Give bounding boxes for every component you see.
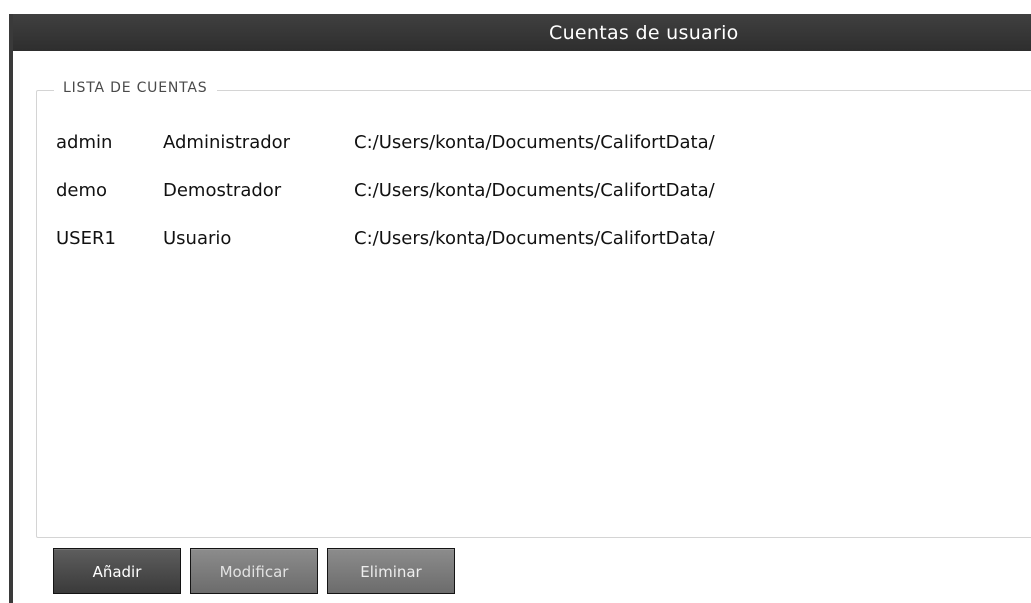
account-user: USER1 [56,228,116,249]
window-left-margin [0,0,9,603]
account-role: Demostrador [163,180,282,201]
account-row-demo[interactable]: demo Demostrador C:/Users/konta/Document… [37,166,1031,214]
modify-account-button[interactable]: Modificar [190,548,318,594]
accounts-list[interactable]: admin Administrador C:/Users/konta/Docum… [37,118,1031,262]
add-account-button[interactable]: Añadir [53,548,181,594]
window-title: Cuentas de usuario [549,22,739,44]
account-role: Administrador [163,132,291,153]
account-path: C:/Users/konta/Documents/CalifortData/ [354,132,715,153]
account-role: Usuario [163,228,232,249]
accounts-group-legend: LISTA DE CUENTAS [54,80,218,96]
user-accounts-window: Cuentas de usuario LISTA DE CUENTAS admi… [0,0,1031,603]
delete-account-button[interactable]: Eliminar [327,548,455,594]
account-path: C:/Users/konta/Documents/CalifortData/ [354,180,715,201]
title-bar: Cuentas de usuario [9,14,1031,51]
account-user: demo [56,180,108,201]
window-left-border [9,14,13,603]
account-path: C:/Users/konta/Documents/CalifortData/ [354,228,715,249]
account-row-admin[interactable]: admin Administrador C:/Users/konta/Docum… [37,118,1031,166]
action-buttons: Añadir Modificar Eliminar [0,548,1031,596]
account-user: admin [56,132,113,153]
account-row-user1[interactable]: USER1 Usuario C:/Users/konta/Documents/C… [37,214,1031,262]
